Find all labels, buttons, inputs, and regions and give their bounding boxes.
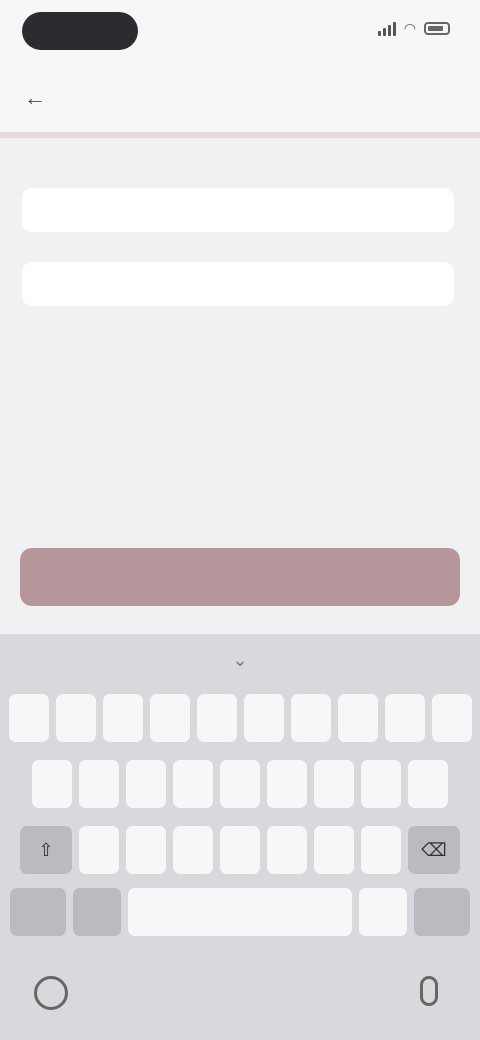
key[interactable] xyxy=(408,760,448,808)
key[interactable] xyxy=(8,694,49,742)
period-key[interactable] xyxy=(359,888,407,936)
key[interactable] xyxy=(267,760,307,808)
key[interactable] xyxy=(361,760,401,808)
keyboard-toolbar: ⌄ xyxy=(0,634,480,686)
key[interactable] xyxy=(431,694,472,742)
keyboard-row-3: ⇧ ⌫ xyxy=(0,826,480,874)
key[interactable] xyxy=(32,760,72,808)
key[interactable] xyxy=(243,694,284,742)
keyboard-row-4 xyxy=(0,888,480,936)
key[interactable] xyxy=(173,760,213,808)
form xyxy=(22,170,458,336)
keyboard: ⌄ ⇧ ⌫ xyxy=(0,634,480,1040)
field2-input[interactable] xyxy=(22,262,454,306)
backspace-key[interactable]: ⌫ xyxy=(408,826,460,874)
microphone-icon[interactable] xyxy=(420,976,438,1006)
shift-key[interactable]: ⇧ xyxy=(20,826,72,874)
key[interactable] xyxy=(290,694,331,742)
field1-input[interactable] xyxy=(22,188,454,232)
key[interactable] xyxy=(79,760,119,808)
key[interactable] xyxy=(361,826,401,874)
wifi-icon: ◠ xyxy=(403,20,416,36)
key[interactable] xyxy=(79,826,119,874)
status-icons: ◠ xyxy=(377,20,450,37)
emoji-key[interactable] xyxy=(73,888,121,936)
key[interactable] xyxy=(314,826,354,874)
key[interactable] xyxy=(314,760,354,808)
chevron-down-icon[interactable]: ⌄ xyxy=(232,650,247,671)
key[interactable] xyxy=(126,826,166,874)
primary-button[interactable] xyxy=(20,548,460,606)
numbers-key[interactable] xyxy=(10,888,66,936)
battery-icon xyxy=(424,22,450,35)
back-button[interactable]: ← xyxy=(24,85,58,111)
key[interactable] xyxy=(126,760,166,808)
key[interactable] xyxy=(102,694,143,742)
divider xyxy=(0,132,480,138)
key[interactable] xyxy=(220,826,260,874)
shift-icon: ⇧ xyxy=(38,839,54,860)
keyboard-bottom-bar xyxy=(0,958,480,1040)
key[interactable] xyxy=(267,826,307,874)
status-time xyxy=(22,12,138,50)
space-key[interactable] xyxy=(128,888,352,936)
key[interactable] xyxy=(384,694,425,742)
signal-icon xyxy=(377,21,396,36)
key[interactable] xyxy=(337,694,378,742)
backspace-icon: ⌫ xyxy=(421,839,447,860)
status-bar: ◠ xyxy=(0,0,480,64)
key[interactable] xyxy=(196,694,237,742)
keyboard-row-2 xyxy=(0,760,480,808)
key[interactable] xyxy=(55,694,96,742)
key[interactable] xyxy=(220,760,260,808)
return-key[interactable] xyxy=(414,888,470,936)
globe-icon[interactable] xyxy=(34,976,68,1010)
back-arrow-icon: ← xyxy=(24,85,46,110)
key[interactable] xyxy=(173,826,213,874)
key[interactable] xyxy=(149,694,190,742)
navigation-bar: ← xyxy=(0,64,480,132)
keyboard-row-1 xyxy=(0,694,480,742)
